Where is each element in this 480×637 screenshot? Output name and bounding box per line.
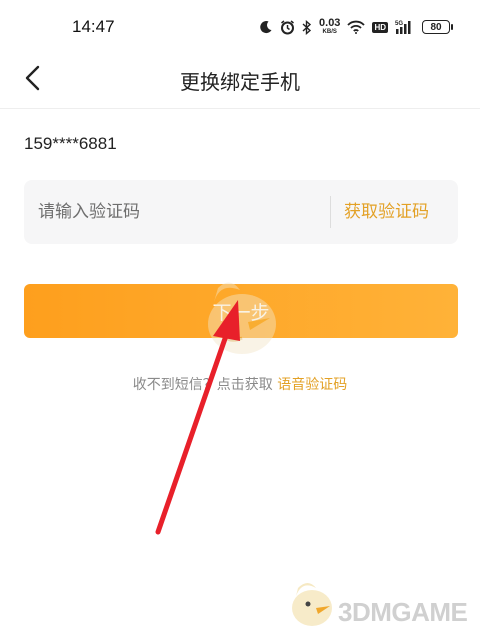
alarm-icon [280, 19, 295, 35]
field-divider [330, 196, 331, 228]
masked-phone-number: 159****6881 [24, 134, 117, 153]
voice-code-link[interactable]: 语音验证码 [277, 377, 347, 393]
status-bar: 14:47 0.03 KB/S HD 5G 80 [0, 0, 480, 52]
network-speed-unit: KB/S [322, 29, 337, 35]
network-speed-value: 0.03 [319, 17, 341, 29]
moon-icon [259, 20, 273, 34]
watermark-text: 3DMGAME [338, 597, 468, 627]
watermark-mascot-icon [208, 282, 276, 354]
battery-icon: 80 [422, 20, 453, 34]
network-speed: 0.03 KB/S [319, 18, 340, 36]
signal-label: 5G [395, 21, 403, 27]
verification-code-input[interactable] [38, 180, 328, 244]
hd-badge: HD [372, 21, 388, 33]
battery-level: 80 [430, 21, 442, 33]
page-title: 更换绑定手机 [180, 70, 300, 94]
bluetooth-icon [302, 19, 312, 35]
verification-code-field: 获取验证码 [24, 180, 458, 244]
status-icons: 0.03 KB/S HD 5G 80 [259, 16, 453, 38]
cell-signal-icon: 5G [395, 19, 415, 35]
wifi-icon [347, 20, 366, 34]
sms-hint-text: 收不到短信？点击获取 [132, 377, 273, 393]
status-time: 14:47 [72, 17, 115, 36]
sms-hint-row: 收不到短信？点击获取 语音验证码 [0, 374, 480, 394]
get-code-button[interactable]: 获取验证码 [344, 180, 429, 244]
nav-bar: 更换绑定手机 [0, 52, 480, 109]
